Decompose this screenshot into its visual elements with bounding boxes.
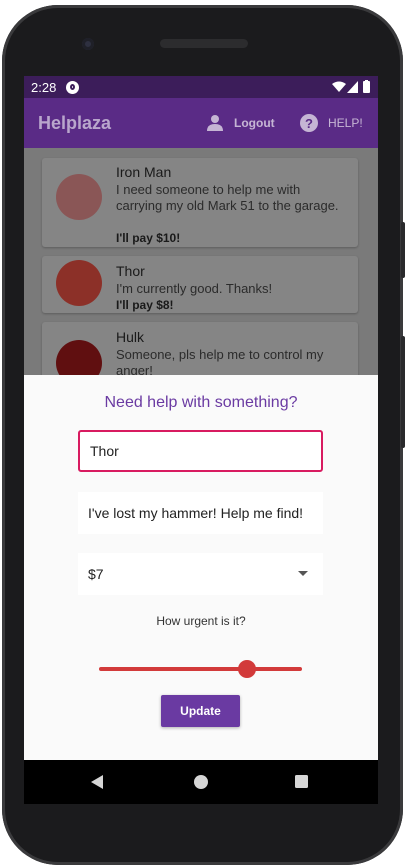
app-title: Helplaza <box>38 113 112 133</box>
message-input[interactable]: I've lost my hammer! Help me find! <box>78 492 323 534</box>
dropdown-arrow-icon <box>298 571 308 576</box>
earpiece-speaker <box>160 39 248 48</box>
back-icon[interactable] <box>91 775 103 789</box>
urgency-slider[interactable] <box>99 657 302 681</box>
avatar <box>56 260 102 306</box>
wifi-icon <box>332 81 346 92</box>
pay-value: $7 <box>88 566 104 582</box>
form-heading: Need help with something? <box>104 394 298 411</box>
recents-icon[interactable] <box>295 775 308 788</box>
pay-dropdown[interactable]: $7 <box>78 553 323 595</box>
update-button[interactable]: Update <box>161 695 240 727</box>
slider-track <box>99 667 302 671</box>
help-label: HELP! <box>328 116 363 130</box>
help-icon: ? <box>300 114 318 132</box>
request-message: I need someone to help me with carrying … <box>116 182 339 213</box>
avatar <box>56 174 102 220</box>
slider-thumb[interactable] <box>238 660 257 678</box>
edit-request-sheet: Need help with something? Thor I've lost… <box>24 375 378 760</box>
request-name: Hulk <box>116 329 145 345</box>
app-screen: 2:28 Helplaza Logout ? HELP! Iron Man I … <box>24 76 378 760</box>
request-pay: I'll pay $10! <box>116 231 181 245</box>
status-bar: 2:28 <box>24 76 378 98</box>
request-name: Thor <box>116 263 145 279</box>
signal-icon <box>347 81 358 93</box>
request-card[interactable]: Iron Man I need someone to help me with … <box>42 158 358 247</box>
request-pay: I'll pay $8! <box>116 298 174 312</box>
volume-button <box>401 336 405 448</box>
name-input[interactable]: Thor <box>78 430 323 472</box>
front-camera <box>82 38 94 50</box>
help-button[interactable]: ? HELP! <box>300 112 363 134</box>
logout-label: Logout <box>234 116 275 130</box>
logout-button[interactable]: Logout <box>206 112 275 134</box>
notification-icon <box>66 80 80 94</box>
request-message: I'm currently good. Thanks! <box>116 281 273 296</box>
request-list: Iron Man I need someone to help me with … <box>24 148 378 392</box>
request-name: Iron Man <box>116 164 172 180</box>
urgency-label: How urgent is it? <box>156 614 246 628</box>
app-bar: Helplaza Logout ? HELP! <box>24 98 378 148</box>
home-icon[interactable] <box>194 775 208 789</box>
request-card[interactable]: Thor I'm currently good. Thanks! I'll pa… <box>42 256 358 313</box>
system-nav-bar <box>24 760 378 804</box>
battery-icon <box>363 80 370 93</box>
person-icon <box>207 115 223 131</box>
status-time: 2:28 <box>31 79 57 95</box>
power-button <box>401 222 405 278</box>
